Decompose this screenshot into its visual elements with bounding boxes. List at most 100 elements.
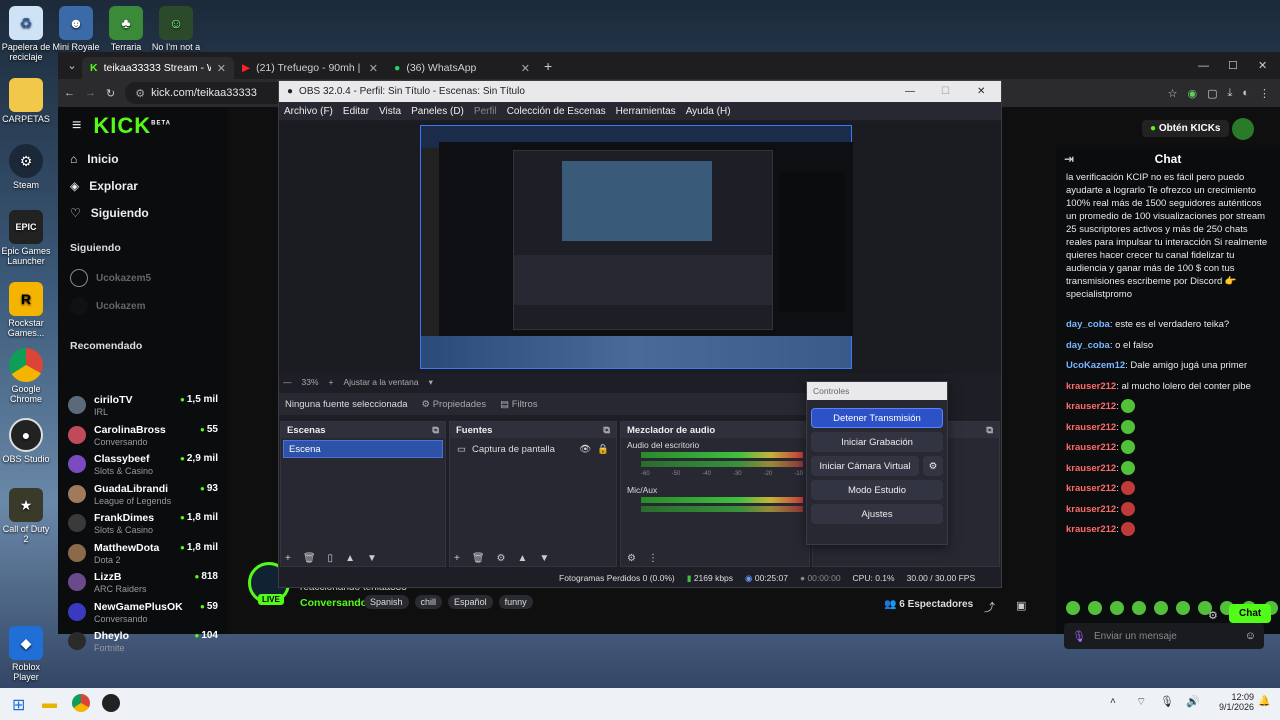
- panel-popout-icon[interactable]: ⧉: [432, 425, 439, 436]
- emote-icon[interactable]: [1132, 601, 1146, 615]
- new-tab-icon[interactable]: +: [544, 58, 552, 74]
- menu-perfil[interactable]: Perfil: [474, 106, 497, 117]
- reload-icon[interactable]: ↻: [106, 87, 115, 100]
- obs-taskbar-icon[interactable]: [102, 694, 120, 712]
- trash-icon[interactable]: 🗑: [472, 553, 485, 564]
- get-kicks-button[interactable]: ● Obtén KICKs: [1142, 120, 1229, 137]
- dropdown-icon[interactable]: ▾: [429, 377, 433, 388]
- menu-ayuda[interactable]: Ayuda (H): [686, 106, 731, 117]
- close-tab-icon[interactable]: ✕: [369, 62, 378, 75]
- following-item[interactable]: Ucokazem5: [58, 264, 228, 292]
- volume-icon[interactable]: 🔊: [1186, 695, 1200, 708]
- chrome-taskbar-icon[interactable]: [72, 694, 90, 712]
- recommended-channel[interactable]: LizzBARC Raiders818: [68, 570, 218, 598]
- zoom-in-icon[interactable]: +: [329, 377, 334, 387]
- chat-username[interactable]: day_coba: [1066, 340, 1110, 351]
- move-up-icon[interactable]: ▲: [518, 553, 528, 564]
- maximize-window-icon[interactable]: ☐: [1228, 59, 1258, 72]
- maximize-window-icon[interactable]: ☐: [941, 86, 971, 97]
- chat-input[interactable]: 🎙 Enviar un mensaje ☺: [1064, 623, 1264, 649]
- lock-icon[interactable]: 🔒: [597, 444, 609, 455]
- virtual-camera-button[interactable]: Iniciar Cámara Virtual: [811, 456, 919, 476]
- menu-paneles[interactable]: Paneles (D): [411, 106, 464, 117]
- recommended-channel[interactable]: ClassybeefSlots & Casino2,9 mil: [68, 452, 218, 480]
- extension-icon[interactable]: ◉: [1187, 87, 1197, 100]
- desktop-icon-epic[interactable]: EPIC Epic Games Launcher: [0, 210, 52, 266]
- tag-chip[interactable]: funny: [498, 595, 533, 609]
- chat-username[interactable]: UcoKazem12: [1066, 360, 1125, 371]
- following-item[interactable]: Ucokazem: [58, 292, 228, 320]
- close-tab-icon[interactable]: ✕: [217, 62, 226, 75]
- zoom-out-icon[interactable]: —: [283, 377, 292, 387]
- avatar[interactable]: [1232, 118, 1254, 140]
- studio-mode-button[interactable]: Modo Estudio: [811, 480, 943, 500]
- gear-icon[interactable]: ⚙: [497, 553, 506, 564]
- close-window-icon[interactable]: ✕: [1258, 59, 1280, 72]
- forward-icon[interactable]: →: [85, 87, 96, 99]
- chat-username[interactable]: krauser212: [1066, 524, 1116, 535]
- panel-popout-icon[interactable]: ⧉: [603, 425, 610, 436]
- mic-icon[interactable]: 🎙: [1160, 695, 1174, 708]
- tab-youtube[interactable]: ▶ (21) Trefuego - 90mh | Lyric ✕: [234, 57, 386, 79]
- menu-dots-icon[interactable]: ⋮: [1259, 87, 1270, 100]
- chat-username[interactable]: krauser212: [1066, 463, 1116, 474]
- clock[interactable]: 12:09 9/1/2026: [1214, 692, 1254, 712]
- recommended-channel[interactable]: NewGamePlusOKConversando59: [68, 600, 218, 628]
- notification-bell-icon[interactable]: 🔔: [1258, 696, 1270, 707]
- filter-icon[interactable]: ▯: [328, 553, 334, 564]
- add-icon[interactable]: +: [285, 553, 291, 564]
- trash-icon[interactable]: 🗑: [303, 553, 316, 564]
- desktop-icon-rockstar[interactable]: R Rockstar Games...: [0, 282, 52, 338]
- back-icon[interactable]: ←: [64, 87, 75, 99]
- tag-chip[interactable]: chill: [414, 595, 443, 609]
- recommended-channel[interactable]: GuadaLibrandiLeague of Legends93: [68, 482, 218, 510]
- stream-category[interactable]: Conversando: [300, 597, 367, 609]
- preview-canvas[interactable]: [420, 125, 853, 369]
- windows-start-icon[interactable]: ⊞: [12, 695, 25, 715]
- minimize-window-icon[interactable]: —: [1198, 60, 1228, 72]
- close-window-icon[interactable]: ✕: [977, 86, 993, 97]
- bookmark-star-icon[interactable]: ☆: [1168, 87, 1178, 100]
- filters-button[interactable]: ▤ Filtros: [500, 399, 538, 410]
- menu-herramientas[interactable]: Herramientas: [616, 106, 676, 117]
- tab-list-icon[interactable]: ⌄: [62, 59, 82, 72]
- settings-button[interactable]: Ajustes: [811, 504, 943, 524]
- menu-dots-icon[interactable]: ⋮: [648, 553, 658, 564]
- tag-chip[interactable]: Español: [448, 595, 493, 609]
- nav-inicio[interactable]: ⌂ Inicio: [58, 145, 228, 172]
- desktop-icon-mini-royale[interactable]: ☻ Mini Royale: [50, 6, 102, 52]
- stop-stream-button[interactable]: Detener Transmisión: [811, 408, 943, 428]
- recommended-channel[interactable]: CarolinaBrossConversando55: [68, 423, 218, 451]
- recommended-channel[interactable]: DheyloFortnite104: [68, 629, 218, 657]
- chat-username[interactable]: day_coba: [1066, 319, 1110, 330]
- tag-chip[interactable]: Spanish: [364, 595, 409, 609]
- chat-username[interactable]: krauser212: [1066, 504, 1116, 515]
- chat-username[interactable]: krauser212: [1066, 401, 1116, 412]
- emote-icon[interactable]: [1176, 601, 1190, 615]
- chat-send-button[interactable]: Chat: [1229, 604, 1272, 623]
- gear-icon[interactable]: ⚙: [627, 553, 636, 564]
- move-down-icon[interactable]: ▼: [539, 553, 549, 564]
- mic-icon[interactable]: 🎙: [1072, 630, 1086, 643]
- desktop-icon-obs[interactable]: ● OBS Studio: [0, 418, 52, 464]
- emote-icon[interactable]: [1154, 601, 1168, 615]
- recommended-channel[interactable]: FrankDimesSlots & Casino1,8 mil: [68, 511, 218, 539]
- menu-archivo[interactable]: Archivo (F): [284, 106, 333, 117]
- recommended-channel[interactable]: ciriloTVIRL1,5 mil: [68, 393, 218, 421]
- menu-vista[interactable]: Vista: [379, 106, 401, 117]
- fit-window-button[interactable]: Ajustar a la ventana: [343, 377, 418, 387]
- move-up-icon[interactable]: ▲: [345, 553, 355, 564]
- desktop-icon-roblox[interactable]: ◆ Roblox Player: [0, 626, 52, 682]
- chat-username[interactable]: krauser212: [1066, 483, 1116, 494]
- share-icon[interactable]: ⤴: [984, 599, 995, 615]
- kick-logo[interactable]: KICKBETA: [93, 113, 171, 139]
- panel-popout-icon[interactable]: ⧉: [986, 425, 993, 436]
- emote-icon[interactable]: [1110, 601, 1124, 615]
- emote-icon[interactable]: [1066, 601, 1080, 615]
- tab-kick[interactable]: K teikaa33333 Stream - Watch Li ✕: [82, 57, 234, 79]
- add-icon[interactable]: +: [454, 553, 460, 564]
- nav-siguiendo[interactable]: ♡ Siguiendo: [58, 199, 228, 226]
- desktop-icon-not-a[interactable]: ☺ No I'm not a: [150, 6, 202, 52]
- wifi-icon[interactable]: ⌔: [1136, 695, 1146, 709]
- tab-whatsapp[interactable]: ● (36) WhatsApp ✕: [386, 57, 538, 79]
